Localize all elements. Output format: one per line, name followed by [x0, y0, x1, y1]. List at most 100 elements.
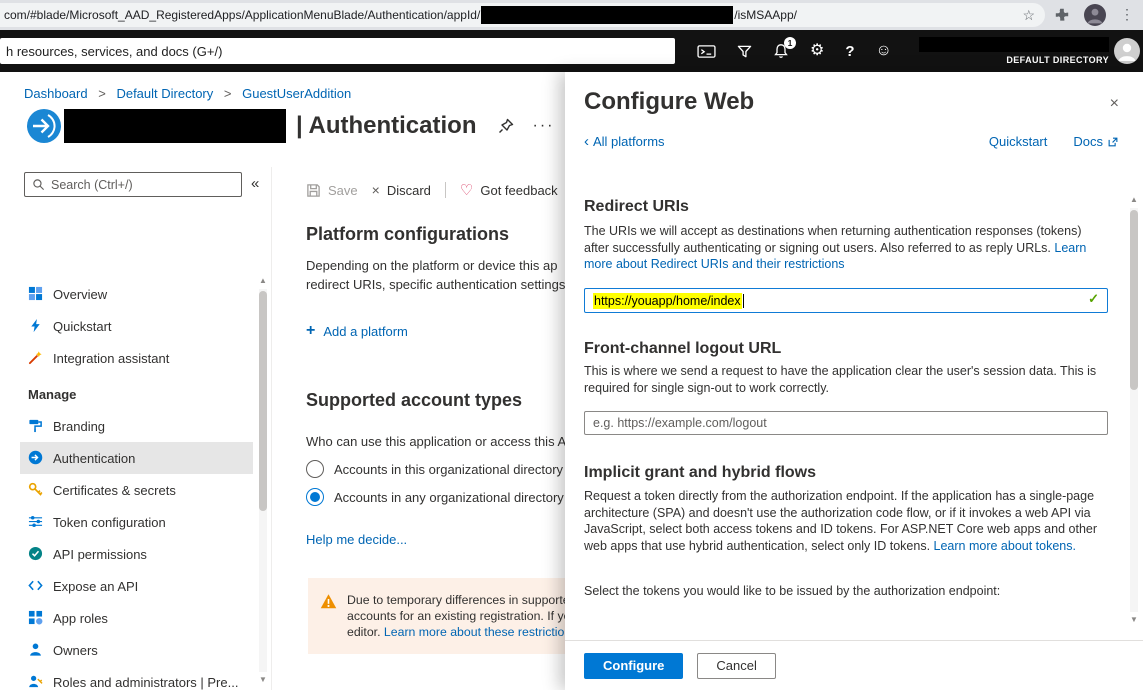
platform-configurations-heading: Platform configurations: [306, 224, 509, 245]
sidebar-item-label: Integration assistant: [53, 351, 169, 366]
warning-text: Due to temporary differences in supporte…: [347, 592, 581, 654]
sidebar-collapse-icon[interactable]: «: [251, 175, 259, 192]
sidebar-item-api-permissions[interactable]: API permissions: [20, 538, 253, 570]
help-me-decide-link[interactable]: Help me decide...: [306, 532, 407, 547]
global-search-text: h resources, services, and docs (G+/): [6, 44, 222, 59]
browser-profile-avatar[interactable]: [1084, 4, 1106, 26]
feedback-label: Got feedback: [480, 183, 557, 198]
configure-button[interactable]: Configure: [584, 653, 683, 679]
redacted-account-info: [919, 37, 1109, 52]
external-link-icon: [1107, 136, 1119, 148]
tokens-learn-more-link[interactable]: Learn more about tokens.: [934, 539, 1076, 553]
panel-subnav: ‹ All platforms Quickstart Docs: [584, 134, 1119, 149]
breadcrumb-default-directory[interactable]: Default Directory: [116, 86, 213, 101]
quickstart-link[interactable]: Quickstart: [989, 134, 1048, 149]
close-icon[interactable]: ×: [1110, 96, 1119, 112]
sidebar-scrollbar[interactable]: ▲ ▼: [257, 275, 269, 686]
restrictions-learn-more-link[interactable]: Learn more about these restrictions.: [384, 625, 581, 639]
breadcrumb-separator: >: [224, 86, 232, 101]
sliders-icon: [28, 514, 44, 530]
panel-scrollbar[interactable]: ▲ ▼: [1128, 194, 1140, 626]
sidebar-item-integration-assistant[interactable]: Integration assistant: [20, 342, 253, 374]
panel-scroll-thumb[interactable]: [1130, 210, 1138, 390]
browser-chrome: com/#blade/Microsoft_AAD_RegisteredApps/…: [0, 0, 1143, 30]
branding-icon: [28, 418, 44, 434]
help-icon[interactable]: ?: [845, 44, 854, 59]
sidebar-item-owners[interactable]: Owners: [20, 634, 253, 666]
global-search-input[interactable]: h resources, services, and docs (G+/): [0, 38, 675, 64]
bookmark-star-icon[interactable]: ☆: [1022, 7, 1035, 24]
radio-selected-icon[interactable]: [306, 488, 324, 506]
discard-button[interactable]: × Discard: [372, 182, 431, 198]
front-channel-logout-heading: Front-channel logout URL: [584, 340, 781, 358]
radio-unselected-icon[interactable]: [306, 460, 324, 478]
supported-account-types-heading: Supported account types: [306, 390, 522, 411]
configure-web-panel: Configure Web × ‹ All platforms Quicksta…: [565, 72, 1143, 690]
add-platform-label: Add a platform: [323, 324, 408, 339]
redirect-uri-input[interactable]: https://youapp/home/index ✓: [584, 288, 1108, 313]
code-brackets-icon: [28, 578, 44, 594]
docs-label: Docs: [1073, 134, 1103, 149]
breadcrumb-dashboard[interactable]: Dashboard: [24, 86, 88, 101]
redirect-uris-description: The URIs we will accept as destinations …: [584, 223, 1108, 273]
sidebar-section-manage: Manage: [20, 374, 253, 410]
sidebar-item-label: Quickstart: [53, 319, 112, 334]
sidebar-item-token-configuration[interactable]: Token configuration: [20, 506, 253, 538]
valid-check-icon: ✓: [1088, 291, 1099, 307]
scroll-down-icon[interactable]: ▼: [1128, 614, 1140, 626]
sidebar-item-label: Overview: [53, 287, 107, 302]
sidebar-item-quickstart[interactable]: Quickstart: [20, 310, 253, 342]
sidebar-item-overview[interactable]: Overview: [20, 278, 253, 310]
sidebar-item-branding[interactable]: Branding: [20, 410, 253, 442]
cloud-shell-icon[interactable]: [697, 44, 716, 59]
save-button[interactable]: Save: [306, 183, 358, 198]
text-caret: [743, 294, 744, 308]
scroll-up-icon[interactable]: ▲: [1128, 194, 1140, 206]
platform-desc-line2: redirect URIs, specific authentication s…: [306, 275, 580, 294]
account-type-option-multitenant[interactable]: Accounts in any organizational directory…: [306, 488, 580, 506]
sidebar-item-expose-an-api[interactable]: Expose an API: [20, 570, 253, 602]
settings-gear-icon[interactable]: ⚙: [810, 43, 824, 59]
person-icon: [28, 642, 44, 658]
all-platforms-label: All platforms: [593, 134, 665, 149]
all-platforms-back-link[interactable]: ‹ All platforms: [584, 134, 665, 149]
portal-workspace: Dashboard > Default Directory > GuestUse…: [0, 72, 1143, 690]
account-avatar[interactable]: [1114, 38, 1140, 64]
sidebar-item-label: Roles and administrators | Pre...: [53, 675, 238, 690]
panel-title: Configure Web: [584, 88, 754, 116]
chevron-left-icon: ‹: [584, 134, 589, 149]
logout-url-input[interactable]: [584, 411, 1108, 435]
directory-filter-icon[interactable]: [737, 44, 752, 59]
scroll-down-icon[interactable]: ▼: [257, 674, 269, 686]
sidebar-scroll-track[interactable]: [259, 289, 267, 672]
extensions-puzzle-icon[interactable]: [1054, 7, 1070, 23]
notifications-bell-icon[interactable]: 1: [773, 43, 789, 59]
warning-line1: Due to temporary differences in supporte…: [347, 592, 581, 608]
option-label: Accounts in this organizational director…: [334, 462, 574, 477]
quickstart-icon: [28, 318, 44, 334]
sidebar-menu: Overview Quickstart Integration assistan…: [20, 278, 253, 690]
feedback-button[interactable]: ♡ Got feedback: [460, 181, 558, 199]
cancel-button[interactable]: Cancel: [697, 653, 775, 679]
redirect-uri-value: https://youapp/home/index: [593, 293, 742, 309]
feedback-smiley-icon[interactable]: ☺: [876, 43, 892, 59]
sidebar-item-authentication[interactable]: Authentication: [20, 442, 253, 474]
url-bar[interactable]: com/#blade/Microsoft_AAD_RegisteredApps/…: [0, 3, 1045, 27]
sidebar-item-roles-administrators[interactable]: Roles and administrators | Pre...: [20, 666, 253, 690]
authentication-icon: [28, 450, 44, 466]
panel-scroll-track[interactable]: [1130, 208, 1138, 612]
sidebar-search-input[interactable]: Search (Ctrl+/): [24, 172, 242, 197]
save-icon: [306, 183, 321, 198]
sidebar-item-app-roles[interactable]: App roles: [20, 602, 253, 634]
account-type-option-single-tenant[interactable]: Accounts in this organizational director…: [306, 460, 574, 478]
sidebar-item-label: Expose an API: [53, 579, 138, 594]
scroll-up-icon[interactable]: ▲: [257, 275, 269, 287]
docs-link[interactable]: Docs: [1073, 134, 1119, 149]
browser-menu-icon[interactable]: ⋮: [1120, 6, 1134, 23]
add-platform-button[interactable]: + Add a platform: [306, 322, 408, 340]
account-info[interactable]: DEFAULT DIRECTORY: [919, 37, 1109, 65]
warning-line2: accounts for an existing registration. I…: [347, 608, 581, 624]
implicit-grant-heading: Implicit grant and hybrid flows: [584, 464, 816, 482]
sidebar-item-certificates-secrets[interactable]: Certificates & secrets: [20, 474, 253, 506]
sidebar-scroll-thumb[interactable]: [259, 291, 267, 511]
